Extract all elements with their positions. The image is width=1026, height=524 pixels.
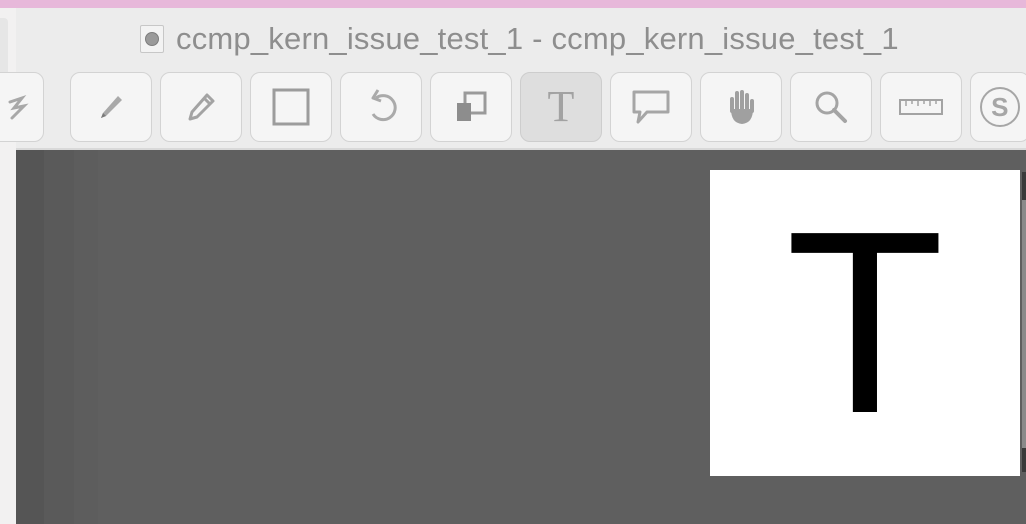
arrange-tool-button[interactable] [430,72,512,142]
canvas-gutter [44,150,74,524]
ruler-tool-button[interactable] [880,72,962,142]
pen-tool-button[interactable] [70,72,152,142]
sidebar-handle[interactable] [0,18,8,78]
pen-icon [94,90,128,124]
pencil-tool-button[interactable] [160,72,242,142]
window-title: ccmp_kern_issue_test_1 - ccmp_kern_issue… [176,21,899,56]
document-proxy-icon[interactable] [140,25,164,53]
desktop-background [0,0,1026,8]
pencil-icon [184,90,218,124]
draw-tool-button[interactable] [0,72,44,142]
text-icon: T [547,82,575,131]
app-window: ccmp_kern_issue_test_1 - ccmp_kern_issue… [0,8,1026,524]
rotate-icon [364,88,398,126]
sign-tool-button[interactable]: S [970,72,1026,142]
zoom-tool-button[interactable] [790,72,872,142]
magnifier-icon [812,88,850,126]
document-page[interactable]: T [710,170,1020,476]
hand-tool-button[interactable] [700,72,782,142]
signature-icon: S [971,78,1026,136]
ruler-icon [898,96,944,118]
toolbar: T S [0,72,1026,148]
text-tool-button[interactable]: T [520,72,602,142]
rotate-tool-button[interactable] [340,72,422,142]
rectangle-icon [271,87,311,127]
document-canvas[interactable]: T [16,150,1026,524]
scribble-icon [0,92,30,122]
canvas-gutter [16,150,44,524]
speech-bubble-tool-button[interactable] [610,72,692,142]
rectangle-tool-button[interactable] [250,72,332,142]
page-scroll-edge[interactable] [1022,172,1026,472]
title-bar[interactable]: ccmp_kern_issue_test_1 - ccmp_kern_issue… [16,8,1026,68]
speech-bubble-icon [629,87,673,127]
canvas-gutter [74,150,98,524]
page-glyph: T [785,178,945,468]
hand-icon [723,87,759,127]
layers-icon [453,89,489,125]
